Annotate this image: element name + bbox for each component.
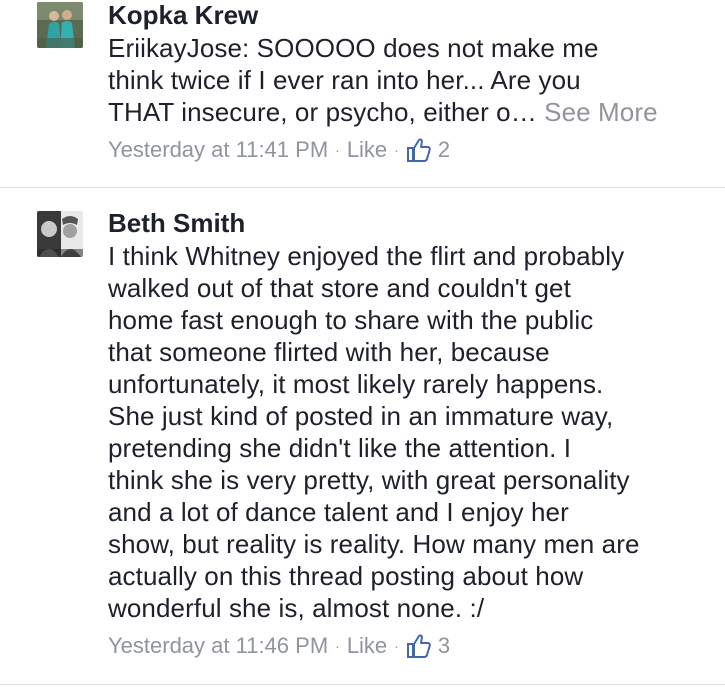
- comment-divider: [0, 684, 725, 685]
- like-count[interactable]: 2: [438, 136, 450, 164]
- comment-meta: Yesterday at 11:46 PM · Like · 3: [108, 632, 713, 660]
- comment-text-body: EriikayJose: SOOOOO does not make me thi…: [108, 33, 599, 127]
- comment-author[interactable]: Beth Smith: [108, 208, 713, 238]
- comment-timestamp[interactable]: Yesterday at 11:41 PM: [108, 136, 328, 164]
- comment-text: I think Whitney enjoyed the flirt and pr…: [108, 241, 640, 623]
- separator: ·: [394, 638, 399, 654]
- like-button[interactable]: Like: [347, 632, 387, 660]
- like-count[interactable]: 3: [438, 632, 450, 660]
- avatar[interactable]: [37, 2, 83, 48]
- thumbs-up-icon[interactable]: [406, 137, 432, 163]
- avatar[interactable]: [37, 211, 83, 257]
- profile-photo-icon: [37, 211, 83, 257]
- separator: ·: [335, 142, 340, 158]
- comment-divider: [0, 187, 725, 188]
- comment-text: EriikayJose: SOOOOO does not make me thi…: [108, 32, 713, 128]
- comment-timestamp[interactable]: Yesterday at 11:46 PM: [108, 632, 328, 660]
- see-more-link[interactable]: See More: [544, 97, 658, 127]
- thumbs-up-icon[interactable]: [406, 633, 432, 659]
- profile-photo-icon: [37, 2, 83, 48]
- like-button[interactable]: Like: [347, 136, 387, 164]
- comment-author[interactable]: Kopka Krew: [108, 0, 713, 30]
- separator: ·: [394, 142, 399, 158]
- separator: ·: [335, 638, 340, 654]
- comment-meta: Yesterday at 11:41 PM · Like · 2: [108, 136, 713, 164]
